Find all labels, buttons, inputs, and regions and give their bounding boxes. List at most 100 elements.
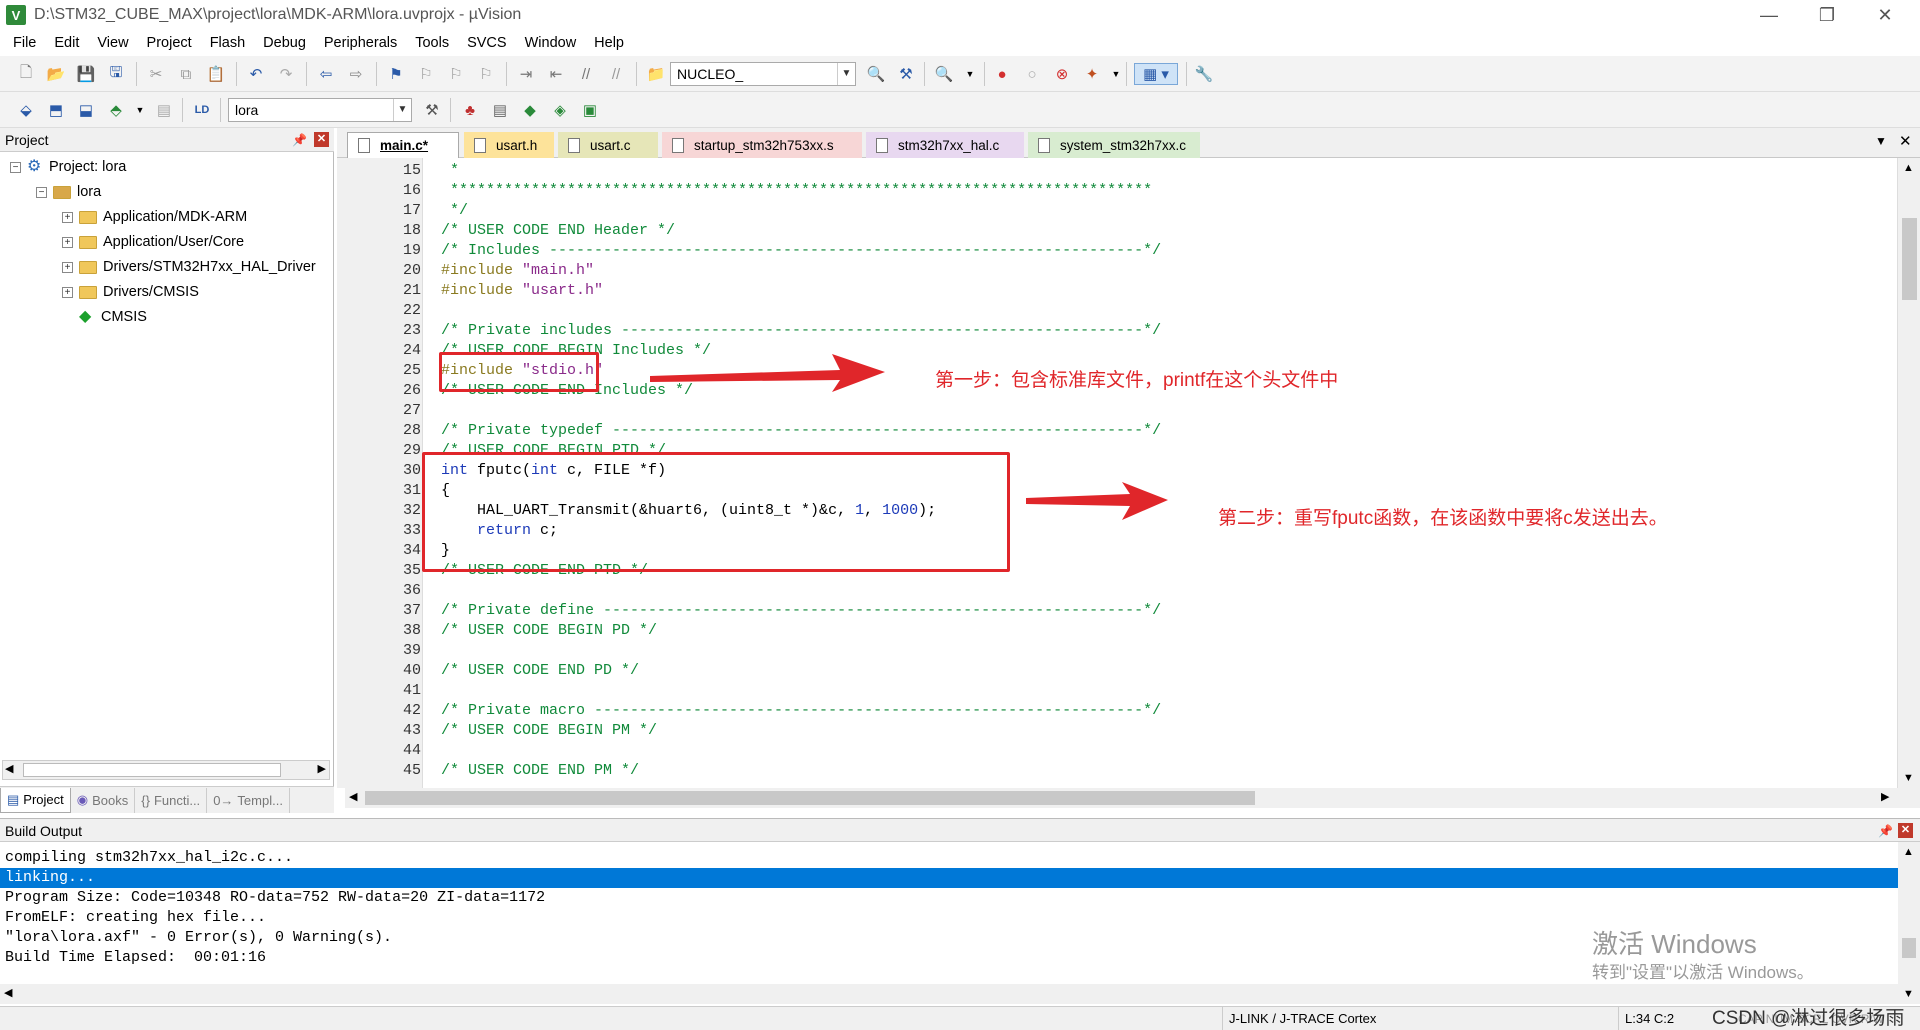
menu-edit[interactable]: Edit	[45, 31, 88, 55]
undo-icon[interactable]: ↶	[244, 63, 268, 85]
target-combo[interactable]: NUCLEO_ ▼	[670, 62, 856, 86]
tab-hal-c[interactable]: stm32h7xx_hal.c	[866, 132, 1024, 158]
scroll-right-icon[interactable]: ▶	[318, 762, 326, 775]
disable-breakpoint-icon[interactable]: ○	[1020, 63, 1044, 85]
tab-system-c[interactable]: system_stm32h7xx.c	[1028, 132, 1200, 158]
run-time-environment-icon[interactable]: ▣	[578, 99, 602, 121]
next-bookmark-icon[interactable]: ⚐	[444, 63, 468, 85]
menu-window[interactable]: Window	[516, 31, 586, 55]
wrench-icon[interactable]: 🔧	[1192, 63, 1216, 85]
menu-peripherals[interactable]: Peripherals	[315, 31, 406, 55]
editor-vscrollbar[interactable]: ▲ ▼	[1897, 158, 1920, 788]
scroll-thumb[interactable]	[1902, 218, 1917, 300]
copy-icon[interactable]: ⧉	[174, 63, 198, 85]
unindent-icon[interactable]: ⇤	[544, 63, 568, 85]
build-icon[interactable]: ⬒	[44, 99, 68, 121]
tree-item-group[interactable]: + Application/User/Core	[62, 231, 244, 253]
tree-item-project[interactable]: − ⚙ Project: lora	[10, 156, 126, 178]
pin-icon[interactable]: 📌	[292, 128, 307, 152]
scroll-left-icon[interactable]: ◀	[4, 986, 12, 999]
expand-icon[interactable]: +	[62, 261, 73, 273]
tab-templates[interactable]: 0→ Templ...	[207, 787, 290, 813]
editor-hscrollbar[interactable]: ◀ ▶	[345, 788, 1920, 808]
menu-view[interactable]: View	[88, 31, 137, 55]
pack-installer-icon[interactable]: ◆	[518, 99, 542, 121]
menu-project[interactable]: Project	[138, 31, 201, 55]
menu-tools[interactable]: Tools	[406, 31, 458, 55]
close-icon[interactable]: ✕	[314, 132, 329, 147]
stop-build-icon[interactable]: ▤	[152, 99, 176, 121]
find-in-files-icon[interactable]: 📁	[644, 63, 668, 85]
tab-main-c[interactable]: main.c*	[347, 132, 459, 158]
tab-usart-c[interactable]: usart.c	[558, 132, 658, 158]
menu-help[interactable]: Help	[585, 31, 633, 55]
scroll-up-icon[interactable]: ▲	[1903, 162, 1914, 174]
menu-debug[interactable]: Debug	[254, 31, 315, 55]
manage-components-icon[interactable]: ♣	[458, 99, 482, 121]
chevron-down-icon[interactable]: ▼	[1104, 63, 1128, 85]
breakpoint-icon[interactable]: ●	[990, 63, 1014, 85]
save-all-icon[interactable]: 🖫	[104, 63, 128, 85]
tree-item-component[interactable]: ◆ CMSIS	[79, 306, 147, 328]
minimize-button[interactable]: —	[1740, 0, 1798, 30]
cut-icon[interactable]: ✂	[144, 63, 168, 85]
scroll-thumb[interactable]	[365, 791, 1255, 805]
translate-icon[interactable]: ⬙	[14, 99, 38, 121]
bookmark-icon[interactable]: ⚑	[384, 63, 408, 85]
collapse-icon[interactable]: −	[36, 186, 47, 198]
batch-build-icon[interactable]: ⬘	[104, 99, 128, 121]
window-layout-icon[interactable]: ▦ ▾	[1134, 63, 1178, 85]
prev-bookmark-icon[interactable]: ⚐	[414, 63, 438, 85]
nav-back-icon[interactable]: ⇦	[314, 63, 338, 85]
tab-startup-s[interactable]: startup_stm32h753xx.s	[662, 132, 862, 158]
tab-usart-h[interactable]: usart.h	[464, 132, 554, 158]
tab-functions[interactable]: {} Functi...	[135, 787, 208, 813]
scroll-down-icon[interactable]: ▼	[1903, 988, 1914, 1000]
paste-icon[interactable]: 📋	[204, 63, 228, 85]
tab-project[interactable]: ▤ Project	[0, 787, 71, 813]
target-options-icon[interactable]: ⚒	[420, 99, 444, 121]
scroll-left-icon[interactable]: ◀	[349, 790, 357, 803]
expand-icon[interactable]: +	[62, 211, 73, 223]
new-file-icon[interactable]: 🗋	[14, 63, 38, 85]
load-icon[interactable]: LD	[190, 99, 214, 121]
rebuild-icon[interactable]: ⬓	[74, 99, 98, 121]
scroll-left-icon[interactable]: ◀	[5, 762, 13, 775]
build-vscrollbar[interactable]: ▲ ▼	[1898, 842, 1920, 1004]
build-hscrollbar[interactable]: ◀	[0, 984, 1898, 1004]
expand-icon[interactable]: +	[62, 286, 73, 298]
tree-item-group[interactable]: + Drivers/CMSIS	[62, 281, 199, 303]
chevron-down-icon[interactable]: ▼	[128, 99, 152, 121]
incremental-find-icon[interactable]: ⚒	[894, 63, 918, 85]
restore-button[interactable]: ❐	[1798, 0, 1856, 30]
kill-breakpoints-icon[interactable]: ⊗	[1050, 63, 1074, 85]
nav-forward-icon[interactable]: ⇨	[344, 63, 368, 85]
tab-books[interactable]: ◉ Books	[71, 787, 136, 813]
expand-icon[interactable]: +	[62, 236, 73, 248]
menu-flash[interactable]: Flash	[201, 31, 254, 55]
scroll-right-icon[interactable]: ▶	[1881, 790, 1889, 803]
comment-icon[interactable]: //	[574, 63, 598, 85]
uncomment-icon[interactable]: //	[604, 63, 628, 85]
scroll-thumb[interactable]	[23, 763, 281, 777]
redo-icon[interactable]: ↷	[274, 63, 298, 85]
debug-session-icon[interactable]: 🔍	[932, 63, 956, 85]
project-target-combo[interactable]: lora ▼	[228, 98, 412, 122]
open-folder-icon[interactable]: 📂	[44, 63, 68, 85]
menu-svcs[interactable]: SVCS	[458, 31, 516, 55]
collapse-icon[interactable]: −	[10, 161, 21, 173]
tree-item-group[interactable]: + Drivers/STM32H7xx_HAL_Driver	[62, 256, 316, 278]
close-window-button[interactable]: ✕	[1856, 0, 1914, 30]
file-extensions-icon[interactable]: ▤	[488, 99, 512, 121]
pin-icon[interactable]: 📌	[1878, 819, 1893, 843]
chevron-down-icon[interactable]: ▼	[958, 63, 982, 85]
menu-file[interactable]: File	[4, 31, 45, 55]
tree-item-target[interactable]: − lora	[36, 181, 101, 203]
configure-icon[interactable]: ✦	[1080, 63, 1104, 85]
scroll-down-icon[interactable]: ▼	[1903, 772, 1914, 784]
tabs-dropdown-icon[interactable]: ▼	[1875, 134, 1887, 148]
save-icon[interactable]: 💾	[74, 63, 98, 85]
tree-item-group[interactable]: + Application/MDK-ARM	[62, 206, 247, 228]
select-software-packs-icon[interactable]: ◈	[548, 99, 572, 121]
close-icon[interactable]: ✕	[1898, 823, 1913, 838]
